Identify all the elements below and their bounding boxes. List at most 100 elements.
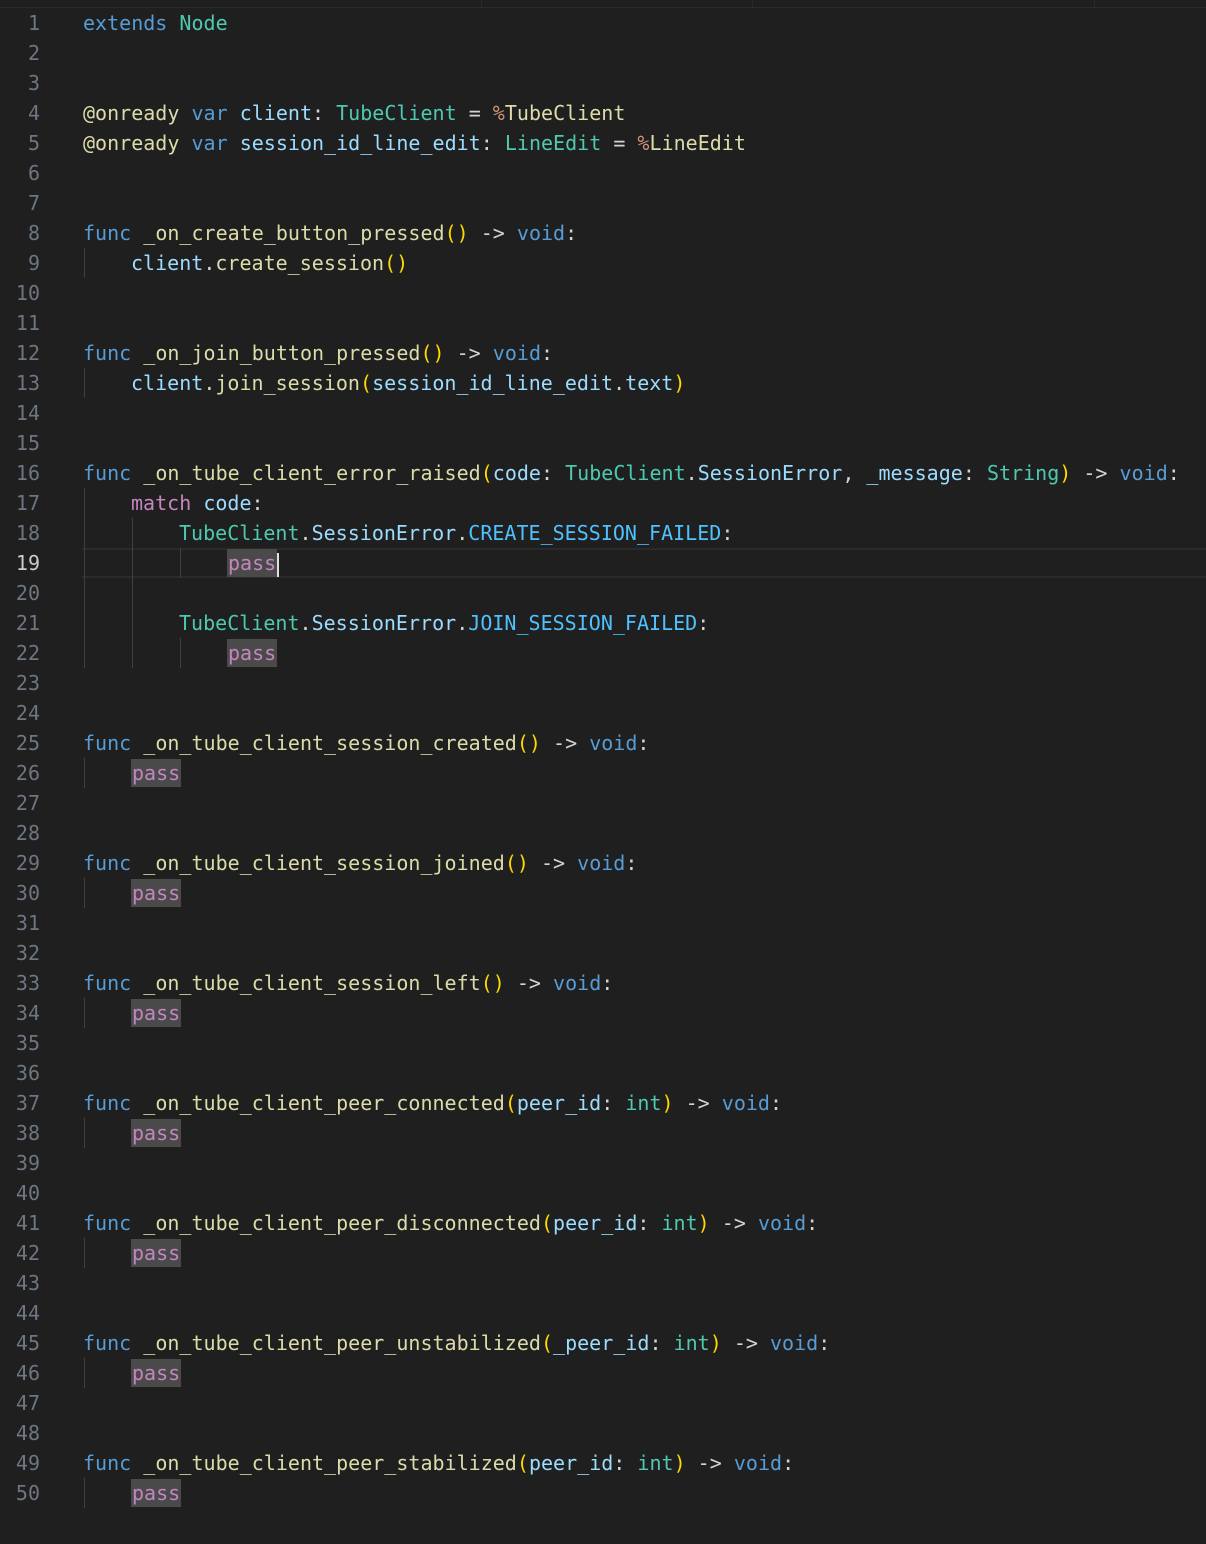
code-line[interactable]: 8 func _on_create_button_pressed() -> voi… [0, 218, 1206, 248]
code-line[interactable]: 22 pass [0, 638, 1206, 668]
code-line[interactable]: 4 @onready var client: TubeClient = %Tube… [0, 98, 1206, 128]
line-number: 1 [27, 11, 40, 35]
code-token: SessionError [311, 611, 457, 635]
pass-keyword: pass [227, 549, 278, 577]
code-line[interactable]: 11 [0, 308, 1206, 338]
code-line[interactable]: 10 [0, 278, 1206, 308]
code-token: peer_id [553, 1211, 638, 1235]
code-text: pass [131, 998, 182, 1028]
code-line[interactable]: 12 func _on_join_button_pressed() -> void… [0, 338, 1206, 368]
code-line[interactable]: 24 [0, 698, 1206, 728]
code-line[interactable]: 20 [0, 578, 1206, 608]
code-line[interactable]: 33 func _on_tube_client_session_left() ->… [0, 968, 1206, 998]
pass-keyword: pass [131, 999, 182, 1027]
text-cursor [277, 552, 280, 577]
code-line[interactable]: 32 [0, 938, 1206, 968]
code-line[interactable]: 49 func _on_tube_client_peer_stabilized(p… [0, 1448, 1206, 1478]
code-line[interactable]: 41 func _on_tube_client_peer_disconnected… [0, 1208, 1206, 1238]
code-line[interactable]: 27 [0, 788, 1206, 818]
code-line[interactable]: 1 extends Node [0, 8, 1206, 38]
code-token: -> [709, 1211, 758, 1235]
code-line[interactable]: 23 [0, 668, 1206, 698]
line-number: 6 [27, 161, 40, 185]
code-line[interactable]: 47 [0, 1388, 1206, 1418]
code-line[interactable]: 25 func _on_tube_client_session_created()… [0, 728, 1206, 758]
code-token: func [83, 1451, 132, 1475]
code-line[interactable]: 42 pass [0, 1238, 1206, 1268]
code-token: TubeClient [336, 101, 457, 125]
code-line[interactable]: 44 [0, 1298, 1206, 1328]
code-line[interactable]: 37 func _on_tube_client_peer_connected(pe… [0, 1088, 1206, 1118]
code-line[interactable]: 48 [0, 1418, 1206, 1448]
code-line[interactable]: 40 [0, 1178, 1206, 1208]
code-line[interactable]: 7 [0, 188, 1206, 218]
code-editor[interactable]: 1 extends Node 2 3 4 @onready var client: Tub… [0, 8, 1206, 1508]
code-line[interactable]: 50 pass [0, 1478, 1206, 1508]
line-number: 33 [15, 971, 40, 995]
code-line[interactable]: 26 pass [0, 758, 1206, 788]
indent-guide [84, 998, 85, 1028]
code-token: void [733, 1451, 783, 1475]
code-line[interactable]: 43 [0, 1268, 1206, 1298]
code-line[interactable]: 21 TubeClient.SessionError.JOIN_SESSION_F… [0, 608, 1206, 638]
code-token: : [601, 1091, 626, 1115]
code-token: : [613, 1451, 638, 1475]
line-number: 32 [15, 941, 40, 965]
code-token: code [492, 461, 541, 485]
code-line[interactable]: 6 [0, 158, 1206, 188]
code-token: : [637, 1211, 662, 1235]
code-line[interactable]: 17 match code: [0, 488, 1206, 518]
code-text: func _on_create_button_pressed() -> void… [83, 218, 577, 248]
line-number: 10 [15, 281, 40, 305]
code-token: _peer_id [553, 1331, 650, 1355]
code-token: . [203, 251, 216, 275]
code-line[interactable]: 2 [0, 38, 1206, 68]
code-token: : [565, 221, 578, 245]
code-token: func [83, 461, 132, 485]
code-line[interactable]: 3 [0, 68, 1206, 98]
indent-guide [84, 548, 85, 578]
line-number: 42 [15, 1241, 40, 1265]
code-line[interactable]: 19 pass [0, 548, 1206, 578]
code-line[interactable]: 39 [0, 1148, 1206, 1178]
code-line[interactable]: 38 pass [0, 1118, 1206, 1148]
indent-guide [84, 1118, 85, 1148]
code-line[interactable]: 29 func _on_tube_client_session_joined() … [0, 848, 1206, 878]
code-token: code [203, 491, 252, 515]
code-line[interactable]: 36 [0, 1058, 1206, 1088]
code-line[interactable]: 9 client.create_session() [0, 248, 1206, 278]
code-line[interactable]: 16 func _on_tube_client_error_raised(code… [0, 458, 1206, 488]
code-token: _on_tube_client_session_joined [143, 851, 505, 875]
code-token: void [492, 341, 542, 365]
code-line[interactable]: 18 TubeClient.SessionError.CREATE_SESSION… [0, 518, 1206, 548]
code-token: % [637, 131, 650, 155]
code-line[interactable]: 30 pass [0, 878, 1206, 908]
line-number: 22 [15, 641, 40, 665]
code-line[interactable]: 28 [0, 818, 1206, 848]
code-line[interactable]: 34 pass [0, 998, 1206, 1028]
code-token: -> [444, 341, 493, 365]
code-line[interactable]: 5 @onready var session_id_line_edit: Line… [0, 128, 1206, 158]
code-text: func _on_tube_client_session_created() -… [83, 728, 649, 758]
code-line[interactable]: 46 pass [0, 1358, 1206, 1388]
code-token: -> [504, 971, 554, 995]
line-number: 48 [15, 1421, 40, 1445]
code-line[interactable]: 45 func _on_tube_client_peer_unstabilized… [0, 1328, 1206, 1358]
code-text: client.join_session(session_id_line_edit… [131, 368, 685, 398]
code-text: func _on_tube_client_peer_unstabilized(_… [83, 1328, 830, 1358]
code-token: -> [468, 221, 517, 245]
code-line[interactable]: 15 [0, 428, 1206, 458]
code-token: . [685, 461, 698, 485]
pass-keyword: pass [131, 1119, 182, 1147]
code-line[interactable]: 14 [0, 398, 1206, 428]
code-line[interactable]: 13 client.join_session(session_id_line_ed… [0, 368, 1206, 398]
code-line[interactable]: 31 [0, 908, 1206, 938]
code-token: void [589, 731, 638, 755]
code-text: func _on_tube_client_error_raised(code: … [83, 458, 1180, 488]
code-token: func [83, 1331, 132, 1355]
code-line[interactable]: 35 [0, 1028, 1206, 1058]
